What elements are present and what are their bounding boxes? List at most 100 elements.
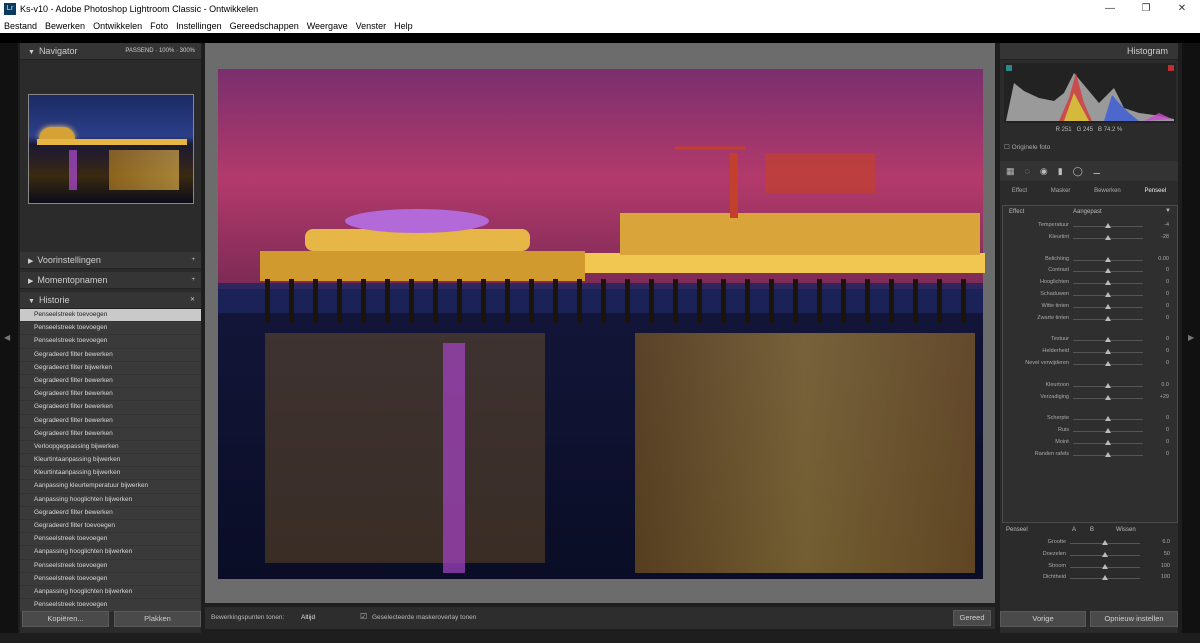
history-item[interactable]: Gegradeerd filter bewerken [20, 414, 201, 428]
slider-knob[interactable] [1105, 394, 1111, 400]
menu-weergave[interactable]: Weergave [307, 21, 348, 31]
slider-knob[interactable] [1105, 256, 1111, 262]
slider-knob[interactable] [1105, 268, 1111, 274]
slider-knob[interactable] [1105, 234, 1111, 240]
close-icon[interactable]: ✕ [1164, 0, 1200, 18]
tab-mask[interactable]: Masker [1051, 188, 1071, 194]
slider-value[interactable]: 0 [1166, 303, 1169, 309]
previous-button[interactable]: Vorige [1000, 611, 1086, 627]
slider-knob[interactable] [1105, 428, 1111, 434]
slider-knob[interactable] [1105, 349, 1111, 355]
history-item[interactable]: Penseelstreek toevoegen [20, 335, 201, 349]
history-item[interactable]: Penseelstreek toevoegen [20, 533, 201, 547]
left-collapse-strip[interactable]: ◀ [0, 43, 18, 633]
slider-value[interactable]: 0 [1166, 427, 1169, 433]
history-item[interactable]: Gegradeerd filter bewerken [20, 506, 201, 520]
slider-value[interactable]: -28 [1161, 234, 1169, 240]
overlay-checkbox-icon[interactable]: ☑ [360, 612, 367, 621]
history-item[interactable]: Kleurtintaanpassing bijwerken [20, 454, 201, 468]
slider-value[interactable]: 0 [1166, 348, 1169, 354]
history-item[interactable]: Gegradeerd filter bewerken [20, 374, 201, 389]
restore-icon[interactable]: ❐ [1128, 0, 1164, 18]
spot-removal-icon[interactable]: ◌ [1025, 166, 1030, 176]
history-item[interactable]: Gegradeerd filter bewerken [20, 401, 201, 415]
zoom-fit[interactable]: PASSEND [125, 48, 153, 54]
history-header[interactable]: ▼ Historie ✕ [20, 292, 201, 309]
slider-knob[interactable] [1102, 563, 1108, 569]
history-item[interactable]: Gegradeerd filter bewerken [20, 427, 201, 441]
add-snapshot-icon[interactable]: + [191, 272, 195, 288]
slider-value[interactable]: 0 [1166, 315, 1169, 321]
slider-value[interactable]: -4 [1164, 222, 1169, 228]
slider-knob[interactable] [1105, 337, 1111, 343]
history-item[interactable]: Verloopgeppassing bijwerken [20, 440, 201, 455]
clear-history-icon[interactable]: ✕ [190, 292, 195, 308]
slider-value[interactable]: 0 [1166, 415, 1169, 421]
brush-b[interactable]: B [1090, 527, 1094, 533]
effect-collapse-icon[interactable]: ▼ [1165, 208, 1171, 214]
slider-knob[interactable] [1102, 540, 1108, 545]
menu-ontwikkelen[interactable]: Ontwikkelen [93, 21, 142, 31]
slider-value[interactable]: 0 [1166, 439, 1169, 445]
slider-knob[interactable] [1105, 280, 1111, 286]
slider-value[interactable]: 0 [1166, 451, 1169, 457]
snapshots-header[interactable]: ▶ Momentopnamen + [20, 272, 201, 289]
brush-erase[interactable]: Wissen [1116, 527, 1136, 533]
slider-knob[interactable] [1105, 360, 1111, 366]
history-item[interactable]: Penseelstreek toevoegen [20, 322, 201, 336]
menu-instellingen[interactable]: Instellingen [176, 21, 222, 31]
slider-value[interactable]: 100 [1161, 563, 1170, 569]
done-button[interactable]: Gereed [953, 610, 991, 626]
history-item[interactable]: Penseelstreek toevoegen [20, 309, 201, 323]
crop-tool-icon[interactable]: ▦ [1006, 166, 1015, 177]
reset-button[interactable]: Opnieuw instellen [1090, 611, 1178, 627]
highlight-clipping-icon[interactable] [1168, 65, 1174, 71]
slider-knob[interactable] [1105, 451, 1111, 457]
history-item[interactable]: Gegradeerd filter toevoegen [20, 520, 201, 534]
menu-venster[interactable]: Venster [356, 21, 387, 31]
history-item[interactable]: Aanpassing hooglichten bijwerken [20, 585, 201, 600]
show-edit-pins-select[interactable]: Altijd [301, 614, 315, 621]
copy-button[interactable]: Kopiëren... [22, 611, 109, 627]
left-collapse-arrow-icon[interactable]: ◀ [4, 333, 10, 342]
slider-knob[interactable] [1105, 416, 1111, 422]
pier-photo[interactable] [205, 43, 995, 603]
slider-knob[interactable] [1105, 291, 1111, 297]
slider-value[interactable]: +29 [1160, 394, 1169, 400]
history-item[interactable]: Aanpassing hooglichten bijwerken [20, 493, 201, 507]
slider-knob[interactable] [1105, 315, 1111, 321]
navigator-zoom-options[interactable]: PASSEND · 100% · 300% [125, 43, 195, 59]
effect-select[interactable]: Aangepast [1073, 209, 1102, 215]
tab-effect[interactable]: Effect [1012, 188, 1027, 194]
menu-help[interactable]: Help [394, 21, 413, 31]
right-collapse-strip[interactable]: ▶ [1182, 43, 1200, 633]
shadow-clipping-icon[interactable] [1006, 65, 1012, 71]
navigator-header[interactable]: ▼ Navigator PASSEND · 100% · 300% [20, 43, 201, 60]
histogram-header[interactable]: Histogram [1000, 43, 1178, 60]
navigator-thumbnail[interactable] [28, 94, 194, 204]
brush-a[interactable]: A [1072, 527, 1076, 533]
graduated-filter-icon[interactable]: ▮ [1058, 166, 1063, 177]
history-item[interactable]: Gegradeerd filter bewerken [20, 348, 201, 362]
paste-button[interactable]: Plakken [114, 611, 201, 627]
slider-knob[interactable] [1105, 223, 1111, 228]
slider-knob[interactable] [1105, 382, 1111, 388]
slider-value[interactable]: 0 [1166, 360, 1169, 366]
add-preset-icon[interactable]: + [191, 252, 195, 268]
menu-bestand[interactable]: Bestand [4, 21, 37, 31]
slider-value[interactable]: 0 [1166, 291, 1169, 297]
slider-value[interactable]: 50 [1164, 551, 1170, 557]
history-item[interactable]: Penseelstreek toevoegen [20, 559, 201, 573]
minimize-icon[interactable]: — [1092, 0, 1128, 18]
tab-edit[interactable]: Bewerken [1094, 188, 1121, 194]
history-item[interactable]: Penseelstreek toevoegen [20, 572, 201, 586]
slider-knob[interactable] [1102, 551, 1108, 557]
zoom-300[interactable]: 300% [180, 48, 195, 54]
presets-header[interactable]: ▶ Voorinstellingen + [20, 252, 201, 269]
slider-knob[interactable] [1102, 575, 1108, 581]
slider-value[interactable]: 0.0 [1161, 382, 1169, 388]
tab-brush[interactable]: Penseel [1144, 188, 1166, 194]
histogram-chart[interactable] [1004, 63, 1176, 123]
slider-knob[interactable] [1105, 439, 1111, 445]
slider-value[interactable]: 0.00 [1158, 256, 1169, 262]
